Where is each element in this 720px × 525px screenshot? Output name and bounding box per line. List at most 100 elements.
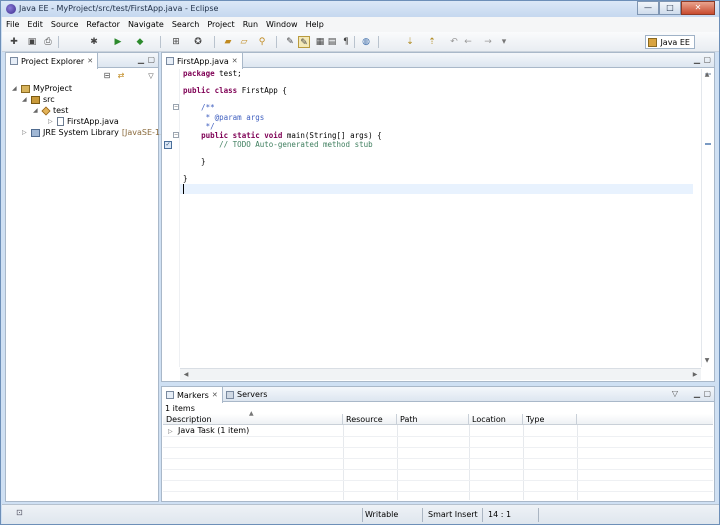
new-server-icon[interactable]: ⊞ — [170, 36, 182, 48]
tab-firstapp-java[interactable]: FirstApp.java ✕ — [162, 53, 243, 69]
project-explorer-tabbar: Project Explorer ✕ ▁ ▢ — [6, 53, 158, 69]
print-icon[interactable]: ⎙ — [42, 36, 54, 48]
close-icon[interactable]: ✕ — [87, 57, 93, 65]
block-select-icon[interactable]: ▦ — [314, 36, 326, 48]
expand-icon[interactable]: ▷ — [168, 426, 178, 437]
column-filler — [577, 414, 713, 425]
menu-search[interactable]: Search — [168, 20, 203, 29]
column-location[interactable]: Location — [469, 414, 523, 425]
expand-icon[interactable]: ▷ — [48, 118, 54, 125]
tab-servers[interactable]: Servers — [222, 387, 271, 402]
close-icon[interactable]: ✕ — [212, 391, 218, 399]
code-line[interactable]: /** — [183, 103, 215, 113]
menu-window[interactable]: Window — [262, 20, 302, 29]
open-folder-icon[interactable]: ▰ — [222, 36, 234, 48]
status-bar: ⊡ Writable Smart Insert 14 : 1 — [2, 504, 719, 524]
show-whitespace-icon[interactable]: ▤ — [326, 36, 338, 48]
status-insert-mode: Smart Insert — [428, 510, 478, 519]
toggle-mark-icon[interactable]: ✎ — [284, 36, 296, 48]
perspective-java-ee[interactable]: Java EE — [645, 35, 695, 49]
new-icon[interactable]: ✚ — [8, 36, 20, 48]
minimize-icon[interactable]: ▁ — [694, 55, 700, 64]
scroll-up-icon[interactable]: ▲ — [702, 70, 712, 80]
open-task-icon[interactable]: ▱ — [238, 36, 250, 48]
maximize-icon[interactable]: ▢ — [147, 55, 155, 64]
next-annotation-icon[interactable]: ⇣ — [404, 36, 416, 48]
column-path[interactable]: Path — [397, 414, 469, 425]
tree-item-test[interactable]: ◢ test — [33, 105, 68, 116]
paragraph-icon[interactable]: ¶ — [340, 36, 352, 48]
tree-item-myproject[interactable]: ◢ MyProject — [12, 83, 72, 94]
fold-icon[interactable]: − — [173, 104, 179, 110]
save-icon[interactable]: ▣ — [26, 36, 38, 48]
menu-run[interactable]: Run — [239, 20, 262, 29]
code-line[interactable]: // TODO Auto-generated method stub — [183, 140, 373, 150]
tab-project-explorer[interactable]: Project Explorer ✕ — [6, 53, 99, 69]
close-icon[interactable]: ✕ — [232, 57, 238, 65]
tree-label: JRE System Library — [43, 128, 119, 137]
view-menu-icon[interactable]: ▽ — [146, 70, 156, 80]
column-type[interactable]: Type — [523, 414, 577, 425]
minimize-icon[interactable]: ▁ — [138, 55, 144, 64]
scroll-left-icon[interactable]: ◀ — [181, 370, 191, 380]
menu-source[interactable]: Source — [47, 20, 82, 29]
minimize-icon[interactable]: ▁ — [694, 389, 700, 398]
menu-project[interactable]: Project — [203, 20, 238, 29]
scroll-right-icon[interactable]: ▶ — [690, 370, 700, 380]
search-icon[interactable]: ⚲ — [256, 36, 268, 48]
last-edit-icon[interactable]: ↶ — [448, 36, 460, 48]
forward-dropdown-icon[interactable]: ▾ — [498, 36, 510, 48]
code-line[interactable]: public class FirstApp { — [183, 86, 287, 96]
overview-ruler — [701, 69, 713, 367]
menu-edit[interactable]: Edit — [23, 20, 47, 29]
window-title: Java EE - MyProject/src/test/FirstApp.ja… — [19, 4, 219, 13]
maximize-icon[interactable]: ▢ — [703, 389, 711, 398]
fast-view-icon[interactable]: ⊡ — [16, 508, 23, 517]
maximize-icon[interactable]: ▢ — [703, 55, 711, 64]
link-with-editor-icon[interactable]: ⇄ — [116, 70, 126, 80]
expand-icon[interactable]: ◢ — [33, 107, 39, 114]
expand-icon[interactable]: ◢ — [22, 96, 28, 103]
code-line[interactable]: package test; — [183, 69, 242, 79]
markers-panel: Markers ✕ Servers ▽ ▁ ▢ 1 items Descript… — [161, 386, 715, 502]
project-icon — [21, 84, 30, 93]
task-marker-icon[interactable]: ✓ — [164, 141, 172, 149]
minimize-button[interactable]: — — [637, 1, 659, 15]
view-menu-icon[interactable]: ▽ — [672, 389, 678, 398]
table-row[interactable]: ▷ Java Task (1 item) — [165, 425, 249, 436]
tab-markers[interactable]: Markers ✕ — [162, 387, 223, 403]
debug-icon[interactable]: ✱ — [88, 36, 100, 48]
code-line[interactable]: } — [183, 174, 188, 184]
open-type-icon[interactable]: ✪ — [192, 36, 204, 48]
highlight-icon[interactable]: ✎ — [298, 36, 310, 48]
code-line[interactable]: } — [183, 157, 206, 167]
tree-item-jre[interactable]: ▷ JRE System Library [JavaSE-1.7] — [22, 127, 171, 138]
editor-panel: FirstApp.java ✕ ▁ ▢ package test; public… — [161, 52, 715, 382]
tree-item-firstapp[interactable]: ▷ FirstApp.java — [48, 116, 119, 127]
scroll-down-icon[interactable]: ▼ — [702, 356, 712, 366]
horizontal-scrollbar[interactable]: ◀ ▶ — [180, 368, 701, 380]
run-icon[interactable]: ▶ — [112, 36, 124, 48]
prev-annotation-icon[interactable]: ⇡ — [426, 36, 438, 48]
expand-icon[interactable]: ◢ — [12, 85, 18, 92]
tree-item-src[interactable]: ◢ src — [22, 94, 55, 105]
servers-icon — [226, 390, 234, 399]
fold-icon[interactable]: − — [173, 132, 179, 138]
globe-icon[interactable]: ◍ — [360, 36, 372, 48]
window-controls: — □ ✕ — [637, 1, 715, 15]
maximize-button[interactable]: □ — [659, 1, 681, 15]
collapse-all-icon[interactable]: ⊟ — [102, 70, 112, 80]
back-icon[interactable]: ← — [462, 36, 474, 48]
overview-mark[interactable] — [705, 143, 711, 145]
column-resource[interactable]: Resource — [343, 414, 397, 425]
forward-icon[interactable]: → — [482, 36, 494, 48]
expand-icon[interactable]: ▷ — [22, 129, 28, 136]
close-button[interactable]: ✕ — [681, 1, 715, 15]
menu-file[interactable]: File — [2, 20, 23, 29]
menu-refactor[interactable]: Refactor — [82, 20, 124, 29]
menu-help[interactable]: Help — [302, 20, 328, 29]
editor-tabbar: FirstApp.java ✕ ▁ ▢ — [162, 53, 714, 69]
menu-navigate[interactable]: Navigate — [124, 20, 168, 29]
external-tools-icon[interactable]: ◆ — [134, 36, 146, 48]
project-explorer-icon — [10, 57, 18, 65]
